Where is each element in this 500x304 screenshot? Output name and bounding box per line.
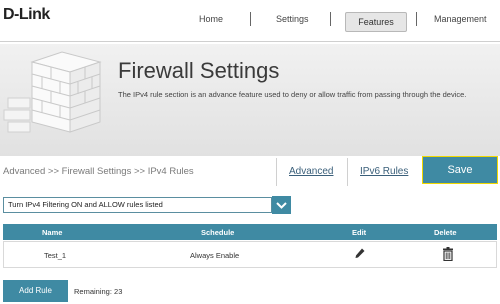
dlink-logo: D-Link xyxy=(3,6,50,23)
nav-separator xyxy=(416,12,417,26)
page-description: The IPv4 rule section is an advance feat… xyxy=(118,90,467,99)
table-row: Test_1 Always Enable xyxy=(3,241,497,268)
column-header-delete: Delete xyxy=(434,228,457,237)
firewall-wall-icon xyxy=(3,51,102,133)
nav-home[interactable]: Home xyxy=(199,14,223,24)
dropdown-toggle[interactable] xyxy=(272,196,291,214)
column-header-edit: Edit xyxy=(352,228,367,237)
add-rule-button[interactable]: Add Rule xyxy=(3,280,68,302)
column-header-schedule: Schedule xyxy=(201,228,235,237)
ipv6-rules-link[interactable]: IPv6 Rules xyxy=(360,166,408,177)
advanced-link[interactable]: Advanced xyxy=(289,166,333,177)
trash-icon[interactable] xyxy=(442,247,454,261)
remaining-count: Remaining: 23 xyxy=(74,287,123,296)
nav-features[interactable]: Features xyxy=(345,12,407,32)
top-navigation: D-Link Home Settings Features Management xyxy=(0,0,500,44)
nav-separator xyxy=(330,12,331,26)
save-button[interactable]: Save xyxy=(422,156,498,184)
pencil-icon[interactable] xyxy=(355,248,365,260)
nav-separator xyxy=(250,12,251,26)
chevron-down-icon xyxy=(276,202,287,209)
divider xyxy=(347,158,348,186)
rule-schedule: Always Enable xyxy=(190,251,240,260)
ipv4-filter-select[interactable]: Turn IPv4 Filtering ON and ALLOW rules l… xyxy=(3,197,272,213)
rule-name: Test_1 xyxy=(44,251,67,260)
page-title: Firewall Settings xyxy=(118,58,280,83)
divider xyxy=(276,158,277,186)
divider xyxy=(0,41,500,42)
nav-settings[interactable]: Settings xyxy=(276,14,309,24)
breadcrumb: Advanced >> Firewall Settings >> IPv4 Ru… xyxy=(3,166,194,177)
nav-management[interactable]: Management xyxy=(434,14,487,24)
column-header-name: Name xyxy=(42,228,63,237)
rules-table-header: Name Schedule Edit Delete xyxy=(3,224,497,240)
